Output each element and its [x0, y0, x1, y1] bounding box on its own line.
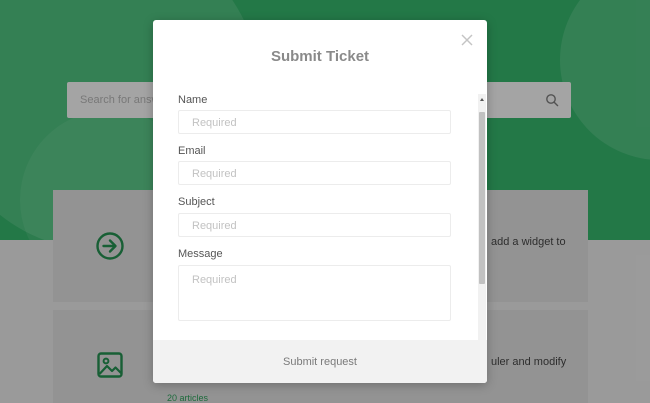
message-placeholder: Required	[192, 274, 237, 286]
message-textarea[interactable]: Required	[178, 265, 451, 321]
name-label: Name	[178, 94, 208, 106]
name-placeholder: Required	[192, 117, 237, 129]
modal-footer: Submit request	[153, 340, 487, 383]
email-label: Email	[178, 145, 206, 157]
submit-ticket-modal: Submit Ticket Name Required Email Requir…	[153, 20, 487, 383]
submit-request-button[interactable]: Submit request	[153, 340, 487, 383]
subject-placeholder: Required	[192, 220, 237, 232]
email-input[interactable]: Required	[178, 161, 451, 185]
subject-label: Subject	[178, 196, 215, 208]
name-input[interactable]: Required	[178, 110, 451, 134]
ticket-form: Name Required Email Required Subject Req…	[153, 94, 487, 360]
article-count: 20 articles	[167, 393, 209, 403]
scroll-up-arrow[interactable]	[480, 98, 484, 101]
modal-title: Submit Ticket	[270, 48, 370, 65]
close-icon[interactable]	[461, 34, 473, 46]
scroll-thumb[interactable]	[479, 112, 485, 284]
email-placeholder: Required	[192, 168, 237, 180]
form-scrollbar[interactable]	[478, 94, 486, 360]
subject-input[interactable]: Required	[178, 213, 451, 237]
message-label: Message	[178, 248, 223, 260]
